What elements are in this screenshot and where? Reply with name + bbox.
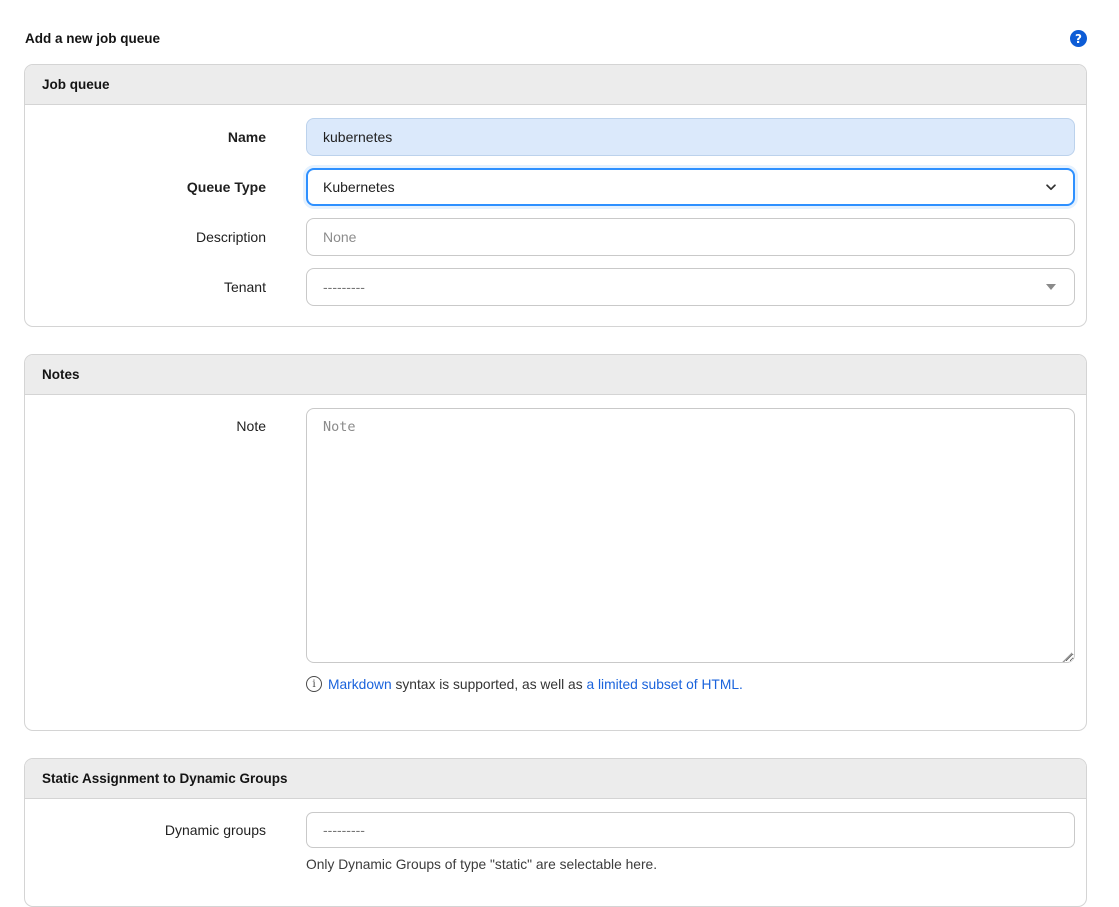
panel-job-queue: Job queue Name Queue Type Kubernetes (24, 64, 1087, 327)
name-input[interactable] (306, 118, 1075, 156)
html-subset-link[interactable]: a limited subset of HTML. (586, 677, 742, 692)
panel-static-assignment-title: Static Assignment to Dynamic Groups (25, 759, 1086, 799)
panel-job-queue-title: Job queue (25, 65, 1086, 105)
markdown-link[interactable]: Markdown (328, 677, 392, 692)
name-label: Name (25, 129, 266, 145)
tenant-label: Tenant (25, 279, 266, 295)
panel-notes-body: Note i Markdown syntax is supported, as … (25, 395, 1086, 730)
chevron-down-icon (1044, 180, 1058, 194)
tenant-select[interactable]: --------- (306, 268, 1075, 306)
panel-notes: Notes Note i Markdown syntax is supporte… (24, 354, 1087, 731)
markdown-help-middle: syntax is supported, as well as (392, 677, 587, 692)
help-icon[interactable]: ? (1070, 30, 1087, 47)
dynamic-groups-select[interactable]: --------- (306, 812, 1075, 848)
description-label: Description (25, 229, 266, 245)
page-header: Add a new job queue ? (24, 30, 1087, 47)
page-title: Add a new job queue (25, 31, 160, 46)
panel-static-assignment-body: Dynamic groups --------- Only Dynamic Gr… (25, 799, 1086, 906)
page: Add a new job queue ? Job queue Name Que… (0, 0, 1119, 907)
panel-job-queue-body: Name Queue Type Kubernetes Descr (25, 105, 1086, 326)
dynamic-groups-help: Only Dynamic Groups of type "static" are… (306, 857, 1075, 886)
field-row-dynamic-groups: Dynamic groups --------- Only Dynamic Gr… (25, 806, 1075, 892)
markdown-help-line: i Markdown syntax is supported, as well … (306, 676, 1075, 710)
caret-down-icon (1046, 284, 1056, 290)
markdown-help-text: Markdown syntax is supported, as well as… (328, 677, 743, 692)
description-input[interactable] (306, 218, 1075, 256)
field-row-description: Description (25, 212, 1075, 262)
dynamic-groups-value: --------- (323, 822, 1058, 838)
queue-type-label: Queue Type (25, 179, 266, 195)
field-row-note: Note i Markdown syntax is supported, as … (25, 402, 1075, 716)
field-row-name: Name (25, 112, 1075, 162)
dynamic-groups-label: Dynamic groups (25, 812, 266, 838)
note-textarea[interactable] (306, 408, 1075, 663)
field-row-tenant: Tenant --------- (25, 262, 1075, 312)
info-icon: i (306, 676, 322, 692)
field-row-queue-type: Queue Type Kubernetes (25, 162, 1075, 212)
note-label: Note (25, 408, 266, 434)
tenant-value: --------- (323, 279, 1046, 295)
panel-notes-title: Notes (25, 355, 1086, 395)
panel-static-assignment: Static Assignment to Dynamic Groups Dyna… (24, 758, 1087, 907)
queue-type-value: Kubernetes (323, 179, 1044, 195)
queue-type-select[interactable]: Kubernetes (306, 168, 1075, 206)
